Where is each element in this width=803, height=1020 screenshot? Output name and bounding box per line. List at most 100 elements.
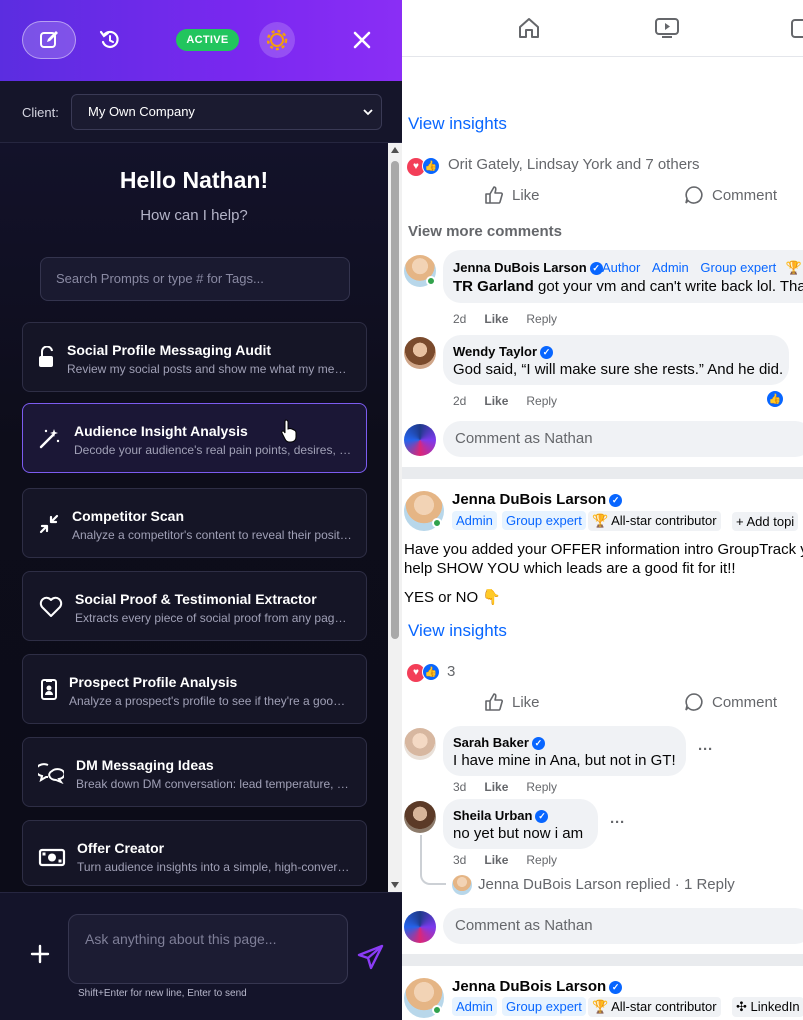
thumbs-up-icon: [485, 186, 503, 204]
prompt-card-social-profile-messaging-audit[interactable]: Social Profile Messaging Audit Review my…: [22, 322, 367, 392]
new-chat-button[interactable]: [22, 21, 76, 59]
reactions-icons: ♥ 👍: [407, 156, 440, 176]
reaction-count[interactable]: 3: [447, 663, 455, 680]
view-more-comments-link[interactable]: View more comments: [408, 223, 562, 240]
author-name: Jenna DuBois Larson: [453, 260, 587, 275]
comment-age[interactable]: 3d: [453, 853, 466, 867]
prompt-card-dm-messaging-ideas[interactable]: DM Messaging Ideas Break down DM convers…: [22, 737, 367, 807]
prompt-card-description: Break down DM conversation: lead tempera…: [76, 777, 351, 791]
comment-author[interactable]: Sarah Baker ✓: [453, 735, 545, 751]
comment-input[interactable]: Comment as Nathan: [443, 421, 803, 457]
history-button[interactable]: [96, 26, 124, 54]
prompt-library: Hello Nathan! How can I help? Search Pro…: [0, 143, 402, 892]
attach-button[interactable]: [28, 943, 52, 967]
post-author[interactable]: Jenna DuBois Larson ✓: [452, 978, 623, 995]
settings-button[interactable]: [259, 22, 295, 58]
online-indicator: [426, 276, 436, 286]
avatar: [452, 875, 472, 895]
prompt-card-title: Prospect Profile Analysis: [69, 674, 238, 690]
verified-icon: ✓: [540, 346, 554, 360]
prompt-card-prospect-profile-analysis[interactable]: Prospect Profile Analysis Analyze a pros…: [22, 654, 367, 724]
author-name: Sheila Urban: [453, 808, 533, 823]
linkedin-icon: ✣: [736, 999, 751, 1014]
send-button[interactable]: [356, 943, 384, 971]
marketplace-icon[interactable]: [790, 14, 803, 42]
ai-assistant-panel: ACTIVE Client: My Own Company Hello Nath…: [0, 0, 402, 1020]
online-indicator: [432, 518, 442, 528]
prompt-card-title: DM Messaging Ideas: [76, 757, 214, 773]
prompt-search-input[interactable]: Search Prompts or type # for Tags...: [40, 257, 350, 301]
like-reaction-icon: 👍: [422, 663, 440, 681]
edit-icon: [40, 31, 58, 48]
ask-input[interactable]: Ask anything about this page...: [68, 914, 348, 984]
verified-icon: ✓: [531, 737, 545, 751]
author-name: Jenna DuBois Larson: [452, 491, 607, 508]
client-select[interactable]: My Own Company: [71, 94, 382, 130]
more-options-icon[interactable]: ···: [698, 741, 713, 758]
verified-icon: ✓: [535, 810, 549, 824]
avatar[interactable]: [404, 337, 436, 369]
more-options-icon[interactable]: ···: [610, 814, 625, 831]
comment-like-button[interactable]: Like: [484, 780, 508, 794]
comment-age[interactable]: 3d: [453, 780, 466, 794]
comment-like-button[interactable]: Like: [484, 853, 508, 867]
scroll-up-arrow-icon[interactable]: [390, 146, 400, 154]
like-button[interactable]: Like: [484, 185, 540, 205]
comment-age[interactable]: 2d: [453, 394, 466, 408]
avatar[interactable]: [404, 728, 436, 760]
author-badges: Author Admin Group expert 🏆: [602, 260, 802, 276]
view-insights-link[interactable]: View insights: [408, 621, 507, 641]
comment-like-button[interactable]: Like: [484, 394, 508, 408]
comment-icon: [685, 186, 703, 204]
comment-reply-button[interactable]: Reply: [526, 394, 557, 408]
avatar[interactable]: [404, 801, 436, 833]
client-label: Client:: [22, 105, 59, 120]
post-body-line: help SHOW YOU which leads are a good fit…: [404, 560, 736, 577]
like-button[interactable]: Like: [484, 692, 540, 712]
like-label: Like: [512, 186, 540, 204]
prompt-card-offer-creator[interactable]: Offer Creator Turn audience insights int…: [22, 820, 367, 886]
replies-link[interactable]: Jenna DuBois Larson replied · 1 Reply: [478, 876, 735, 893]
close-button[interactable]: [350, 28, 374, 52]
like-reaction-icon[interactable]: 👍: [766, 390, 784, 408]
comment-input[interactable]: Comment as Nathan: [443, 908, 803, 944]
prompt-card-audience-insight-analysis[interactable]: Audience Insight Analysis Decode your au…: [22, 403, 367, 473]
post-author[interactable]: Jenna DuBois Larson ✓: [452, 491, 623, 508]
scroll-down-arrow-icon[interactable]: [390, 881, 400, 889]
tag-admin: Admin: [452, 511, 497, 530]
post-body-line: YES or NO 👇: [404, 589, 502, 606]
comment-age[interactable]: 2d: [453, 312, 466, 326]
mention-link[interactable]: TR Garland: [453, 278, 534, 295]
comment-author[interactable]: Wendy Taylor ✓: [453, 344, 554, 360]
comment-reply-button[interactable]: Reply: [526, 780, 557, 794]
comment-author[interactable]: Jenna DuBois Larson ✓: [453, 260, 603, 276]
tag-admin: Admin: [452, 997, 497, 1016]
comment-button[interactable]: Comment: [684, 185, 777, 205]
greeting-subtitle: How can I help?: [140, 207, 248, 224]
reactors-text[interactable]: Orit Gately, Lindsay York and 7 others: [448, 156, 700, 173]
chat-composer: Ask anything about this page... Shift+En…: [0, 892, 402, 1020]
comment-button[interactable]: Comment: [684, 692, 777, 712]
comment-meta: 2d Like Reply: [453, 394, 557, 408]
compress-arrows-icon: [39, 514, 59, 534]
comment-reply-button[interactable]: Reply: [526, 312, 557, 326]
post-body-line: Have you added your OFFER information in…: [404, 541, 803, 558]
facebook-feed-pane: View insights ♥ 👍 Orit Gately, Lindsay Yo…: [402, 0, 803, 1020]
scrollbar-thumb[interactable]: [391, 161, 399, 639]
author-name: Sarah Baker: [453, 735, 529, 750]
prompt-card-social-proof-testimonial-extractor[interactable]: Social Proof & Testimonial Extractor Ext…: [22, 571, 367, 641]
comment-like-button[interactable]: Like: [484, 312, 508, 326]
facebook-top-nav: [402, 0, 803, 57]
view-insights-link[interactable]: View insights: [408, 114, 507, 134]
prompt-card-competitor-scan[interactable]: Competitor Scan Analyze a competitor's c…: [22, 488, 367, 558]
linkedin-label: LinkedIn: [750, 999, 800, 1014]
comment-reply-button[interactable]: Reply: [526, 853, 557, 867]
comment-label: Comment: [712, 693, 778, 711]
add-topic-button[interactable]: + Add topi: [732, 512, 799, 531]
home-icon[interactable]: [515, 14, 543, 42]
prompt-card-description: Analyze a prospect's profile to see if t…: [69, 694, 351, 708]
tag-group-expert: Group expert: [502, 511, 586, 530]
close-icon: [353, 31, 371, 49]
video-icon[interactable]: [653, 14, 681, 42]
comment-author[interactable]: Sheila Urban ✓: [453, 808, 549, 824]
